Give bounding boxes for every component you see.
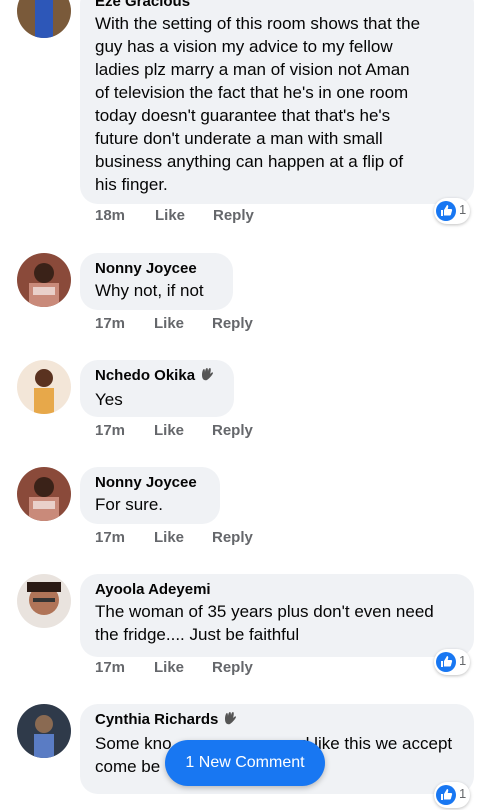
like-button[interactable]: Like xyxy=(154,315,184,332)
text-line: the fridge.... Just be faithful xyxy=(95,625,300,644)
avatar[interactable] xyxy=(17,704,71,758)
comment-author[interactable]: Nonny Joycee xyxy=(95,259,219,279)
author-name[interactable]: Nchedo Okika xyxy=(95,367,195,384)
like-button[interactable]: Like xyxy=(154,659,184,676)
comment-text: For sure. xyxy=(95,493,206,516)
reaction-number: 1 xyxy=(459,202,467,217)
like-button[interactable]: Like xyxy=(155,207,185,224)
comment-author[interactable]: Ayoola Adeyemi xyxy=(95,580,460,600)
comment-bubble: Eze Gracious With the setting of this ro… xyxy=(80,0,474,204)
avatar[interactable] xyxy=(17,574,71,628)
text-line: guy has a vision my advice to my fellow xyxy=(95,37,393,56)
comment-author[interactable]: Nonny Joycee xyxy=(95,473,206,493)
comment-author[interactable]: Eze Gracious xyxy=(95,0,460,12)
reply-button[interactable]: Reply xyxy=(213,207,254,224)
text-line: today doesn't guarantee that that's he's xyxy=(95,106,391,125)
text-line: his finger. xyxy=(95,175,168,194)
waving-hand-icon xyxy=(221,710,237,732)
comment-bubble: Nonny Joycee Why not, if not xyxy=(80,253,233,310)
like-reaction-icon xyxy=(436,785,456,805)
waving-hand-icon xyxy=(198,366,214,388)
like-button[interactable]: Like xyxy=(154,529,184,546)
reply-button[interactable]: Reply xyxy=(212,529,253,546)
reply-button[interactable]: Reply xyxy=(212,315,253,332)
avatar[interactable] xyxy=(17,253,71,307)
text-line: The woman of 35 years plus don't even ne… xyxy=(95,602,434,621)
timestamp[interactable]: 17m xyxy=(95,315,125,332)
like-reaction-icon xyxy=(436,652,456,672)
new-comment-button[interactable]: 1 New Comment xyxy=(165,740,325,786)
text-line: future don't underate a man with small xyxy=(95,129,383,148)
text-line: Why not, if not xyxy=(95,281,204,300)
text-line: business anything can happen at a flip o… xyxy=(95,152,404,171)
comment-text: The woman of 35 years plus don't even ne… xyxy=(95,600,460,646)
comment-bubble: Nchedo Okika Yes xyxy=(80,360,234,417)
comment-text: With the setting of this room shows that… xyxy=(95,12,460,196)
avatar[interactable] xyxy=(17,360,71,414)
comment-bubble: Nonny Joycee For sure. xyxy=(80,467,220,524)
avatar[interactable] xyxy=(17,0,71,38)
reaction-count[interactable]: 1 xyxy=(434,649,470,675)
comment-text: Why not, if not xyxy=(95,279,219,302)
reaction-number: 1 xyxy=(459,653,467,668)
like-button[interactable]: Like xyxy=(154,422,184,439)
text-line: of television the fact that he's in one … xyxy=(95,83,409,102)
comment-author[interactable]: Cynthia Richards xyxy=(95,710,460,732)
reaction-count[interactable]: 1 xyxy=(434,782,470,808)
text-line: Yes xyxy=(95,390,123,409)
text-line: With the setting of this room shows that… xyxy=(95,14,421,33)
comment-author[interactable]: Nchedo Okika xyxy=(95,366,220,388)
timestamp[interactable]: 17m xyxy=(95,422,125,439)
text-line: For sure. xyxy=(95,495,164,514)
timestamp[interactable]: 18m xyxy=(95,207,125,224)
reaction-number: 1 xyxy=(459,786,467,801)
text-line: ladies plz marry a man of vision not Ama… xyxy=(95,60,410,79)
timestamp[interactable]: 17m xyxy=(95,529,125,546)
reaction-count[interactable]: 1 xyxy=(434,198,470,224)
timestamp[interactable]: 17m xyxy=(95,659,125,676)
comment-text: Yes xyxy=(95,388,220,411)
reply-button[interactable]: Reply xyxy=(212,659,253,676)
like-reaction-icon xyxy=(436,201,456,221)
author-name[interactable]: Cynthia Richards xyxy=(95,711,218,728)
reply-button[interactable]: Reply xyxy=(212,422,253,439)
avatar[interactable] xyxy=(17,467,71,521)
comment-bubble: Ayoola Adeyemi The woman of 35 years plu… xyxy=(80,574,474,657)
